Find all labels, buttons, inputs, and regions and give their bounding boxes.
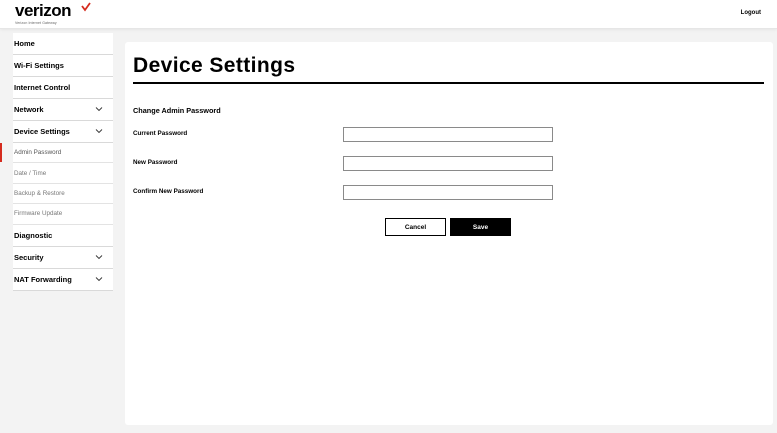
brand-subtitle: Verizon Internet Gateway bbox=[15, 21, 57, 25]
sidebar-subitem-firmware-update[interactable]: Firmware Update bbox=[13, 204, 113, 225]
sidebar-item-security[interactable]: Security bbox=[13, 247, 113, 269]
sidebar-item-label: Wi-Fi Settings bbox=[14, 61, 64, 70]
sidebar-item-label: Admin Password bbox=[14, 149, 62, 157]
logout-link[interactable]: Logout bbox=[741, 10, 761, 16]
main-panel: Device Settings Change Admin Password Cu… bbox=[125, 42, 773, 425]
save-button[interactable]: Save bbox=[450, 218, 511, 236]
brand-name: verizon bbox=[15, 1, 72, 20]
sidebar-item-home[interactable]: Home bbox=[13, 33, 113, 55]
sidebar-nav: Home Wi-Fi Settings Internet Control Net… bbox=[0, 33, 113, 291]
current-password-label: Current Password bbox=[133, 130, 188, 137]
top-bar: verizon Verizon Internet Gateway Logout bbox=[0, 0, 777, 29]
chevron-down-icon bbox=[95, 129, 103, 134]
sidebar-subitem-backup-restore[interactable]: Backup & Restore bbox=[13, 183, 113, 205]
sidebar-item-label: Home bbox=[14, 39, 35, 48]
chevron-down-icon bbox=[95, 254, 103, 259]
sidebar-item-device-settings[interactable]: Device Settings bbox=[13, 121, 113, 143]
sidebar-subitem-admin-password[interactable]: Admin Password bbox=[0, 143, 113, 164]
confirm-password-label: Confirm New Password bbox=[133, 188, 204, 195]
current-password-field[interactable] bbox=[343, 127, 553, 142]
sidebar-subitem-date-time[interactable]: Date / Time bbox=[13, 163, 113, 184]
cancel-button[interactable]: Cancel bbox=[385, 218, 446, 236]
sidebar-item-wifi-settings[interactable]: Wi-Fi Settings bbox=[13, 55, 113, 77]
section-heading: Change Admin Password bbox=[133, 106, 221, 115]
sidebar-item-label: NAT Forwarding bbox=[14, 274, 72, 284]
sidebar-item-internet-control[interactable]: Internet Control bbox=[13, 77, 113, 99]
page-title: Device Settings bbox=[133, 54, 296, 77]
sidebar-item-network[interactable]: Network bbox=[13, 99, 113, 121]
sidebar-item-label: Internet Control bbox=[14, 83, 71, 92]
checkmark-icon bbox=[81, 2, 91, 12]
sidebar-item-label: Security bbox=[14, 252, 44, 262]
chevron-down-icon bbox=[95, 276, 103, 281]
sidebar-item-label: Network bbox=[14, 105, 44, 114]
chevron-down-icon bbox=[95, 107, 103, 112]
sidebar-item-diagnostic[interactable]: Diagnostic bbox=[13, 225, 113, 247]
new-password-field[interactable] bbox=[343, 156, 553, 171]
sidebar-item-label: Date / Time bbox=[14, 169, 47, 177]
sidebar-item-label: Diagnostic bbox=[14, 230, 53, 240]
sidebar-item-nat-forwarding[interactable]: NAT Forwarding bbox=[13, 269, 113, 291]
sidebar-item-label: Device Settings bbox=[14, 127, 70, 136]
confirm-password-field[interactable] bbox=[343, 185, 553, 200]
sidebar-item-label: Backup & Restore bbox=[14, 189, 65, 197]
title-divider bbox=[133, 82, 764, 84]
new-password-label: New Password bbox=[133, 159, 178, 166]
verizon-logo[interactable]: verizon Verizon Internet Gateway bbox=[15, 1, 91, 26]
sidebar-item-label: Firmware Update bbox=[14, 210, 63, 218]
